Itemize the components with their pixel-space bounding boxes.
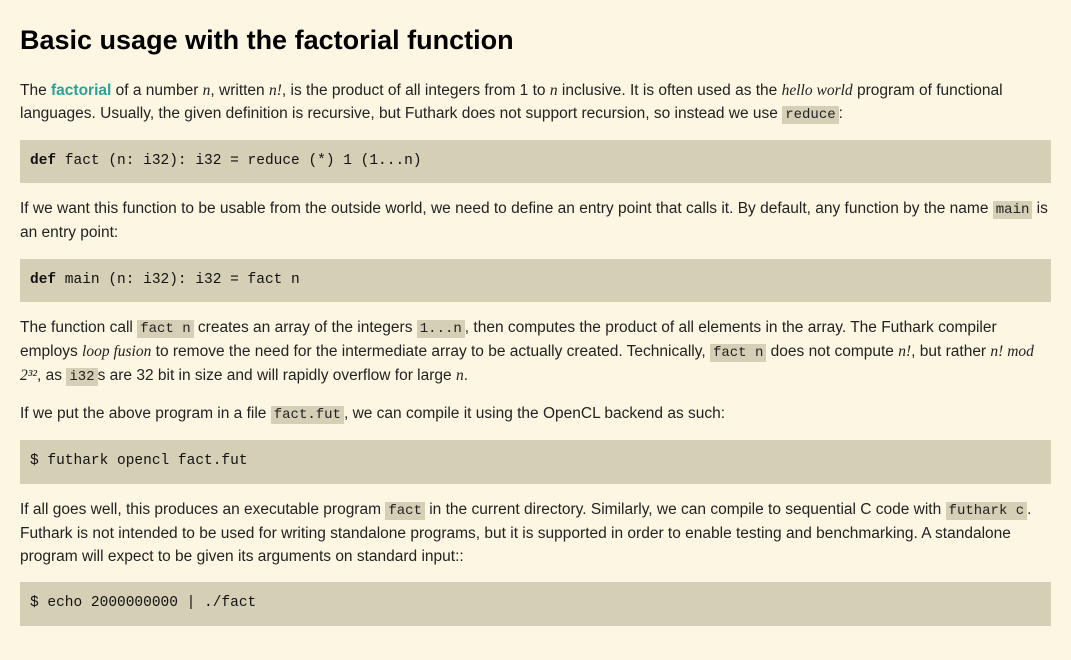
text: If we put the above program in a file [20,405,271,422]
text: If all goes well, this produces an execu… [20,501,385,518]
keyword-def: def [30,153,56,169]
math-n: n [456,367,464,384]
code-main-def: def main (n: i32): i32 = fact n [20,259,1051,303]
inline-code-range: 1...n [417,320,465,338]
text: , as [37,367,66,384]
text: of a number [111,82,202,99]
math-nfact: n! [898,343,911,360]
inline-code-fact: fact [385,502,425,520]
text: , but rather [911,343,990,360]
inline-code-reduce: reduce [782,106,838,124]
inline-code-futhark-c: futhark c [946,502,1028,520]
code-run-fact: $ echo 2000000000 | ./fact [20,582,1051,626]
inline-code-main: main [993,201,1033,219]
text: The function call [20,319,137,336]
loop-fusion-paragraph: The function call fact n creates an arra… [20,316,1051,388]
code-text: fact (n: i32): i32 = reduce (*) 1 (1...n… [56,153,421,169]
code-compile-opencl: $ futhark opencl fact.fut [20,440,1051,484]
factorial-link[interactable]: factorial [51,82,111,99]
math-nfact: n! [269,82,282,99]
code-fact-def: def fact (n: i32): i32 = reduce (*) 1 (1… [20,140,1051,184]
inline-code-i32: i32 [66,368,97,386]
text: inclusive. It is often used as the [558,82,782,99]
page-heading: Basic usage with the factorial function [20,20,1051,61]
text: , written [210,82,269,99]
text: , we can compile it using the OpenCL bac… [344,405,725,422]
text: s are 32 bit in size and will rapidly ov… [98,367,456,384]
code-text: main (n: i32): i32 = fact n [56,272,300,288]
text: , is the product of all integers from 1 … [282,82,550,99]
math-n: n [550,82,558,99]
text: If we want this function to be usable fr… [20,200,993,217]
text: in the current directory. Similarly, we … [425,501,946,518]
inline-code-factn: fact n [137,320,193,338]
text: to remove the need for the intermediate … [151,343,710,360]
executable-paragraph: If all goes well, this produces an execu… [20,498,1051,569]
inline-code-factfut: fact.fut [271,406,344,424]
keyword-def: def [30,272,56,288]
intro-paragraph: The factorial of a number n , written n!,… [20,79,1051,126]
text: does not compute [766,343,898,360]
hello-world: hello world [782,82,853,99]
text: The [20,82,51,99]
text: . [464,367,468,384]
inline-code-factn: fact n [710,344,766,362]
compile-paragraph: If we put the above program in a file fa… [20,402,1051,426]
text: creates an array of the integers [194,319,417,336]
entry-point-paragraph: If we want this function to be usable fr… [20,197,1051,244]
text: : [839,105,843,122]
loop-fusion: loop fusion [82,343,151,360]
